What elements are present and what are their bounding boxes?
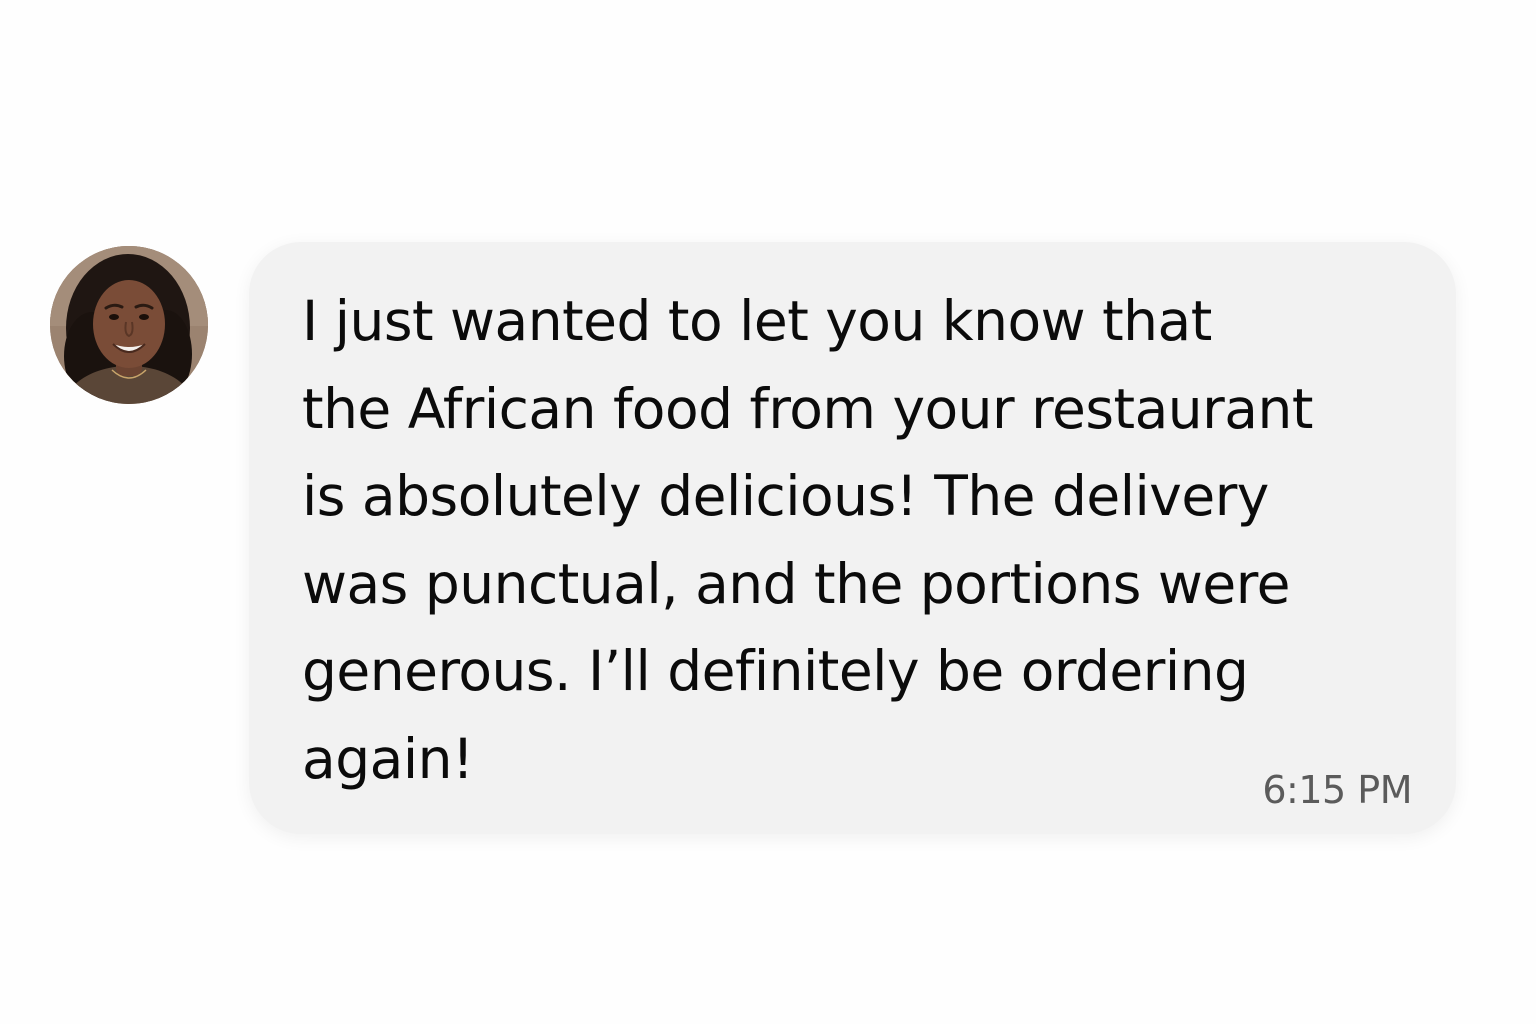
- message-line: generous. I’ll definitely be ordering: [302, 639, 1249, 703]
- avatar-photo-icon: [50, 246, 208, 404]
- message-line: again!: [302, 726, 474, 791]
- message-line: was punctual, and the portions were: [302, 551, 1291, 616]
- message-text: I just wanted to let you know that the A…: [302, 278, 1412, 803]
- message-line: the African food from your restaurant: [302, 376, 1313, 441]
- message-line: I just wanted to let you know that: [302, 289, 1212, 353]
- message-bubble[interactable]: I just wanted to let you know that the A…: [249, 242, 1456, 834]
- avatar[interactable]: [50, 246, 208, 404]
- message-line: is absolutely delicious! The delivery: [302, 464, 1269, 528]
- message-timestamp: 6:15 PM: [1262, 768, 1412, 812]
- chat-view: I just wanted to let you know that the A…: [0, 0, 1536, 1024]
